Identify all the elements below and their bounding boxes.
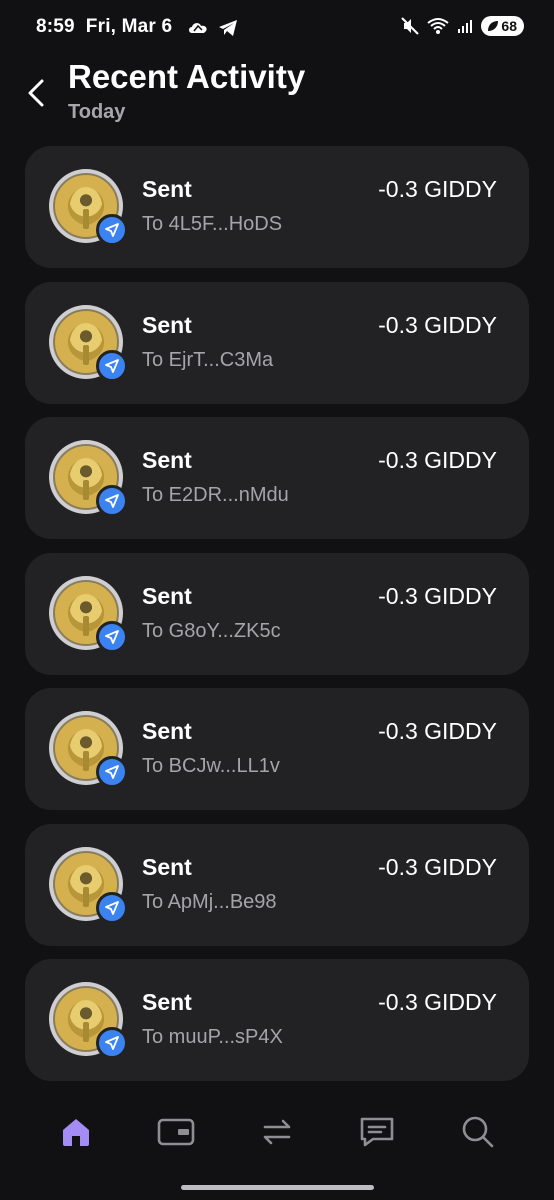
send-icon bbox=[96, 1027, 128, 1059]
transaction-type: Sent bbox=[142, 447, 192, 473]
transaction-type: Sent bbox=[142, 311, 192, 338]
transaction-amount: -0.3 GIDDY bbox=[378, 176, 497, 202]
activity-list: Sent To 4L5F...HoDS -0.3 GIDDY Sent To E… bbox=[25, 146, 529, 1095]
status-time: 8:59 Fri, Mar 6 bbox=[36, 16, 173, 37]
back-icon[interactable] bbox=[24, 78, 50, 108]
nav-home[interactable] bbox=[54, 1110, 98, 1154]
transaction-amount: -0.3 GIDDY bbox=[378, 447, 497, 473]
transaction-type: Sent bbox=[142, 176, 192, 202]
status-bar: 8:59 Fri, Mar 6 68 bbox=[0, 0, 554, 58]
nav-messages[interactable] bbox=[355, 1110, 399, 1154]
transaction-type: Sent bbox=[142, 853, 192, 880]
transaction-card[interactable]: Sent To EjrT...C3Ma -0.3 GIDDY bbox=[25, 281, 529, 404]
home-indicator[interactable] bbox=[181, 1185, 374, 1190]
send-icon bbox=[96, 214, 128, 246]
wifi-icon bbox=[427, 18, 450, 34]
search-icon bbox=[462, 1116, 494, 1148]
send-icon bbox=[96, 620, 128, 653]
transaction-type: Sent bbox=[142, 582, 192, 609]
transaction-type: Sent bbox=[142, 989, 192, 1015]
mute-icon bbox=[401, 17, 420, 35]
nav-wallet[interactable] bbox=[154, 1110, 198, 1154]
telegram-icon bbox=[219, 20, 237, 36]
wallet-icon bbox=[157, 1118, 195, 1146]
transaction-amount: -0.3 GIDDY bbox=[378, 311, 497, 338]
transaction-type: Sent bbox=[142, 718, 192, 744]
chat-icon bbox=[360, 1117, 394, 1147]
date-section-label: Today bbox=[68, 101, 126, 123]
transaction-recipient: To E2DR...nMdu bbox=[142, 484, 289, 506]
transaction-recipient: To ApMj...Be98 bbox=[142, 890, 277, 913]
send-icon bbox=[96, 485, 128, 517]
transaction-amount: -0.3 GIDDY bbox=[378, 718, 497, 744]
transaction-recipient: To muuP...sP4X bbox=[142, 1026, 283, 1048]
page-title: Recent Activity bbox=[68, 58, 306, 95]
transaction-card[interactable]: Sent To ApMj...Be98 -0.3 GIDDY bbox=[25, 823, 529, 946]
signal-icon bbox=[458, 20, 473, 33]
transaction-recipient: To 4L5F...HoDS bbox=[142, 213, 283, 235]
home-icon bbox=[63, 1119, 89, 1146]
transaction-amount: -0.3 GIDDY bbox=[378, 853, 497, 880]
nav-search[interactable] bbox=[456, 1110, 500, 1154]
transaction-card[interactable]: Sent To E2DR...nMdu -0.3 GIDDY bbox=[25, 417, 529, 539]
battery-indicator: 68 bbox=[481, 16, 524, 36]
transaction-amount: -0.3 GIDDY bbox=[378, 582, 497, 609]
transaction-recipient: To G8oY...ZK5c bbox=[142, 619, 281, 642]
send-icon bbox=[96, 349, 128, 382]
transaction-card[interactable]: Sent To muuP...sP4X -0.3 GIDDY bbox=[25, 959, 529, 1081]
transaction-card[interactable]: Sent To 4L5F...HoDS -0.3 GIDDY bbox=[25, 146, 529, 268]
notification-icons bbox=[188, 19, 238, 37]
swap-icon bbox=[263, 1119, 291, 1145]
transaction-card[interactable]: Sent To G8oY...ZK5c -0.3 GIDDY bbox=[25, 552, 529, 675]
transaction-recipient: To BCJw...LL1v bbox=[142, 755, 280, 777]
bottom-nav bbox=[0, 1105, 554, 1165]
cloud-icon bbox=[189, 23, 207, 33]
nav-swap[interactable] bbox=[255, 1110, 299, 1154]
transaction-amount: -0.3 GIDDY bbox=[378, 989, 497, 1015]
transaction-recipient: To EjrT...C3Ma bbox=[142, 348, 274, 371]
battery-level: 68 bbox=[501, 18, 517, 34]
send-icon bbox=[96, 756, 128, 788]
leaf-icon bbox=[488, 21, 499, 31]
send-icon bbox=[96, 891, 128, 924]
transaction-card[interactable]: Sent To BCJw...LL1v -0.3 GIDDY bbox=[25, 688, 529, 810]
